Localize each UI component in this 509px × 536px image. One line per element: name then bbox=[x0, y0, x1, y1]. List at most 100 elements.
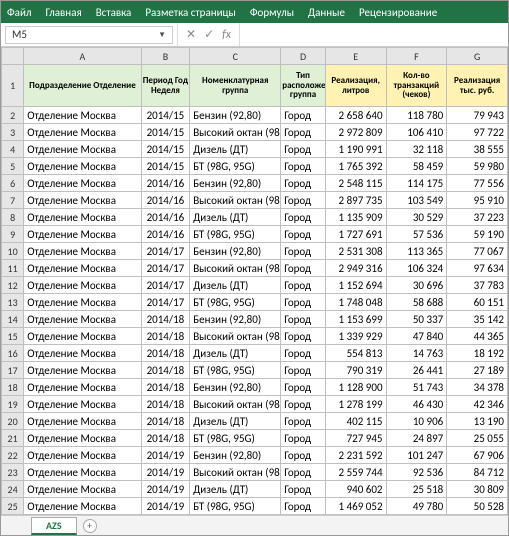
cell-liters[interactable]: 2 231 592 bbox=[325, 447, 386, 464]
cell-location[interactable]: Город bbox=[281, 345, 326, 362]
cell-period[interactable]: 2014/17 bbox=[141, 277, 190, 294]
col-header-C[interactable]: C bbox=[190, 48, 281, 65]
cell-revenue[interactable]: 77 067 bbox=[447, 243, 508, 260]
cell-revenue[interactable]: 97 634 bbox=[447, 260, 508, 277]
cell-revenue[interactable]: 97 722 bbox=[447, 124, 508, 141]
header-department[interactable]: Подразделение Отделение bbox=[24, 65, 141, 107]
cell-period[interactable]: 2014/17 bbox=[141, 260, 190, 277]
cell-liters[interactable]: 2 559 744 bbox=[325, 464, 386, 481]
cell-transactions[interactable]: 50 337 bbox=[386, 311, 447, 328]
cell-department[interactable]: Отделение Москва bbox=[24, 277, 141, 294]
cell-nomenclature[interactable]: Бензин (92,80) bbox=[190, 379, 281, 396]
cell-department[interactable]: Отделение Москва bbox=[24, 515, 141, 516]
col-header-A[interactable]: A bbox=[24, 48, 141, 65]
cell-liters[interactable]: 1 765 392 bbox=[325, 158, 386, 175]
cell-location[interactable]: Город bbox=[281, 141, 326, 158]
cell-period[interactable]: 2014/18 bbox=[141, 345, 190, 362]
header-revenue[interactable]: Реализация тыс. руб. bbox=[447, 65, 508, 107]
cell-period[interactable]: 2014/18 bbox=[141, 311, 190, 328]
cell-transactions[interactable]: 51 743 bbox=[386, 379, 447, 396]
cell-nomenclature[interactable]: Высокий октан (98,95) bbox=[190, 328, 281, 345]
cell-revenue[interactable]: 37 783 bbox=[447, 277, 508, 294]
cell-nomenclature[interactable]: Высокий октан (98,95) bbox=[190, 396, 281, 413]
cell-transactions[interactable]: 103 549 bbox=[386, 192, 447, 209]
cell-department[interactable]: Отделение Москва bbox=[24, 498, 141, 515]
cell-department[interactable]: Отделение Москва bbox=[24, 294, 141, 311]
row-header[interactable]: 10 bbox=[2, 243, 24, 260]
cell-nomenclature[interactable]: Дизель (ДТ) bbox=[190, 141, 281, 158]
cell-nomenclature[interactable]: Дизель (ДТ) bbox=[190, 345, 281, 362]
cell-transactions[interactable]: 58 688 bbox=[386, 294, 447, 311]
cell-revenue[interactable]: 27 189 bbox=[447, 362, 508, 379]
spreadsheet-table[interactable]: A B C D E F G 1 Подразделение Отделение … bbox=[1, 47, 508, 515]
cell-period[interactable]: 2014/18 bbox=[141, 413, 190, 430]
row-header[interactable]: 15 bbox=[2, 328, 24, 345]
cell-revenue[interactable]: 35 142 bbox=[447, 311, 508, 328]
cell-liters[interactable]: 1 135 909 bbox=[325, 209, 386, 226]
col-header-G[interactable]: G bbox=[447, 48, 508, 65]
cell-location[interactable]: Город bbox=[281, 447, 326, 464]
cell-revenue[interactable]: 42 346 bbox=[447, 396, 508, 413]
cell-nomenclature[interactable]: Высокий октан (98,95) bbox=[190, 192, 281, 209]
cell-liters[interactable]: 2 548 115 bbox=[325, 175, 386, 192]
cell-transactions[interactable]: 106 410 bbox=[386, 124, 447, 141]
cell-revenue[interactable]: 74 543 bbox=[447, 515, 508, 516]
row-header[interactable]: 26 bbox=[2, 515, 24, 516]
header-liters[interactable]: Реализация, литров bbox=[325, 65, 386, 107]
cell-revenue[interactable]: 95 910 bbox=[447, 192, 508, 209]
cell-period[interactable]: 2014/15 bbox=[141, 158, 190, 175]
cell-location[interactable]: Город bbox=[281, 515, 326, 516]
cell-department[interactable]: Отделение Москва bbox=[24, 124, 141, 141]
cell-transactions[interactable]: 25 518 bbox=[386, 481, 447, 498]
row-header[interactable]: 23 bbox=[2, 464, 24, 481]
add-sheet-button[interactable]: + bbox=[83, 519, 97, 533]
cell-liters[interactable]: 2 658 640 bbox=[325, 107, 386, 124]
cell-transactions[interactable]: 30 696 bbox=[386, 277, 447, 294]
cell-department[interactable]: Отделение Москва bbox=[24, 379, 141, 396]
cell-department[interactable]: Отделение Москва bbox=[24, 430, 141, 447]
cell-location[interactable]: Город bbox=[281, 226, 326, 243]
cell-department[interactable]: Отделение Москва bbox=[24, 413, 141, 430]
row-header[interactable]: 19 bbox=[2, 396, 24, 413]
cell-liters[interactable]: 1 190 991 bbox=[325, 141, 386, 158]
cell-transactions[interactable]: 57 536 bbox=[386, 226, 447, 243]
cell-period[interactable]: 2014/18 bbox=[141, 379, 190, 396]
cell-liters[interactable]: 1 152 694 bbox=[325, 277, 386, 294]
cell-revenue[interactable]: 18 192 bbox=[447, 345, 508, 362]
cell-period[interactable]: 2014/16 bbox=[141, 175, 190, 192]
cell-location[interactable]: Город bbox=[281, 481, 326, 498]
row-header[interactable]: 5 bbox=[2, 158, 24, 175]
row-header[interactable]: 4 bbox=[2, 141, 24, 158]
cell-liters[interactable]: 2 949 316 bbox=[325, 260, 386, 277]
cell-location[interactable]: Город bbox=[281, 209, 326, 226]
cell-transactions[interactable]: 24 897 bbox=[386, 430, 447, 447]
cell-transactions[interactable]: 46 430 bbox=[386, 396, 447, 413]
cell-transactions[interactable]: 49 780 bbox=[386, 498, 447, 515]
cell-nomenclature[interactable]: Дизель (ДТ) bbox=[190, 413, 281, 430]
cell-department[interactable]: Отделение Москва bbox=[24, 447, 141, 464]
ribbon-tab-data[interactable]: Данные bbox=[308, 6, 345, 19]
header-nomenclature[interactable]: Номенклатурная группа bbox=[190, 65, 281, 107]
cell-liters[interactable]: 1 748 048 bbox=[325, 294, 386, 311]
cell-nomenclature[interactable]: БТ (98G, 95G) bbox=[190, 430, 281, 447]
cell-transactions[interactable]: 109 941 bbox=[386, 515, 447, 516]
cell-revenue[interactable]: 25 055 bbox=[447, 430, 508, 447]
cell-period[interactable]: 2014/16 bbox=[141, 209, 190, 226]
cell-period[interactable]: 2014/19 bbox=[141, 464, 190, 481]
row-header[interactable]: 17 bbox=[2, 362, 24, 379]
col-header-E[interactable]: E bbox=[325, 48, 386, 65]
cell-period[interactable]: 2014/16 bbox=[141, 226, 190, 243]
cell-nomenclature[interactable]: Бензин (92,80) bbox=[190, 515, 281, 516]
cell-liters[interactable]: 940 602 bbox=[325, 481, 386, 498]
cell-nomenclature[interactable]: Высокий октан (98,95) bbox=[190, 464, 281, 481]
cell-department[interactable]: Отделение Москва bbox=[24, 209, 141, 226]
row-header[interactable]: 13 bbox=[2, 294, 24, 311]
cell-revenue[interactable]: 38 555 bbox=[447, 141, 508, 158]
cell-nomenclature[interactable]: БТ (98G, 95G) bbox=[190, 158, 281, 175]
row-header[interactable]: 22 bbox=[2, 447, 24, 464]
cell-transactions[interactable]: 30 529 bbox=[386, 209, 447, 226]
cell-location[interactable]: Город bbox=[281, 294, 326, 311]
cell-revenue[interactable]: 84 712 bbox=[447, 464, 508, 481]
cell-location[interactable]: Город bbox=[281, 243, 326, 260]
cell-location[interactable]: Город bbox=[281, 464, 326, 481]
